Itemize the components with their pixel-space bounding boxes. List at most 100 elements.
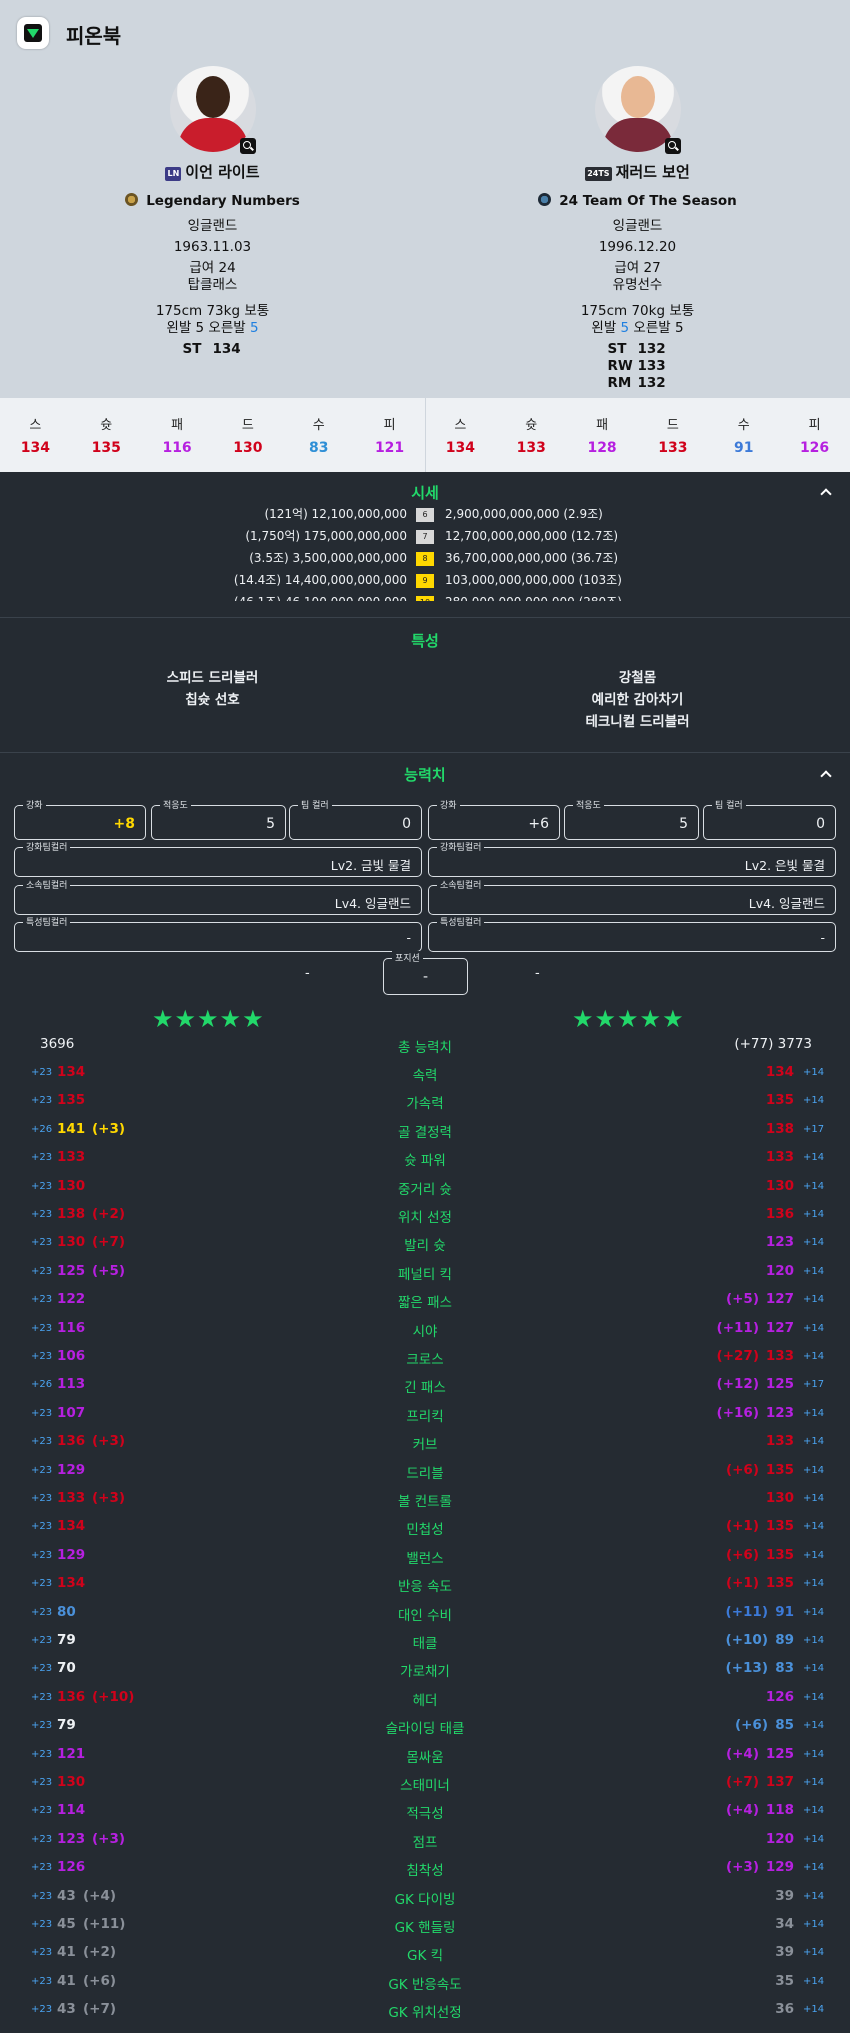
field-label: 특성팀컬러 [23, 915, 71, 928]
right-stat-value: 123 [765, 1234, 794, 1251]
left-club-teamcolor-field[interactable]: 소속팀컬러 Lv4. 잉글랜드 [14, 878, 422, 915]
left-team-color-field[interactable]: 팀 컬러 0 [289, 798, 422, 840]
right-club-teamcolor-field[interactable]: 소속팀컬러 Lv4. 잉글랜드 [428, 878, 836, 915]
total-stat-row: 3696 총 능력치 (+77) 3773 [0, 1036, 850, 1064]
left-stat-bonus: +23 [31, 1805, 53, 1817]
left-stat-bonus: +23 [31, 1209, 53, 1220]
right-stat-value: 39 [775, 1887, 794, 1904]
price-section-title[interactable]: 시세 [0, 482, 850, 503]
left-stat-diff: (+2) [83, 1944, 117, 1961]
overview-stat-value: 126 [799, 440, 830, 456]
left-player-name-row: LN 이언 라이트 [0, 161, 425, 182]
right-stat-value: 129 [765, 1859, 794, 1876]
overview-stat-cell: 수 91 [708, 398, 779, 472]
overview-stat-label: 드 [241, 418, 254, 433]
right-zoom-icon[interactable] [665, 138, 681, 154]
section-divider [0, 617, 850, 618]
left-stat-value: 116 [57, 1319, 86, 1336]
right-stat-diff: (+6) [725, 1461, 759, 1478]
right-stat-bonus: +14 [803, 1493, 825, 1504]
left-stat-bonus: +23 [31, 1635, 53, 1646]
right-stat-value: 136 [765, 1206, 794, 1222]
right-stat-bonus: +14 [803, 1265, 825, 1277]
left-stat-value: 114 [57, 1802, 86, 1819]
position-select[interactable]: 포지션 - [383, 951, 468, 995]
stat-label: 태클 [412, 1636, 438, 1652]
enhance-grade-badge: 6 [416, 508, 434, 522]
right-stat-diff: (+5) [725, 1291, 759, 1308]
left-foot-text: 왼발 5 오른발 [166, 320, 250, 336]
left-grade: 탑클래스 [187, 277, 238, 293]
stat-label: GK 다이빙 [394, 1891, 456, 1908]
left-stars: ★★★★★ [152, 1005, 265, 1033]
left-stat-value: 121 [57, 1745, 86, 1762]
left-trait-teamcolor-field[interactable]: 특성팀컬러 - [14, 915, 422, 952]
right-stat-bonus: +14 [803, 1805, 825, 1817]
left-stat-bonus: +23 [31, 1152, 53, 1164]
stat-row: +23 41 (+6) GK 반응속도 35 +14 [0, 1973, 850, 2001]
field-value: - [820, 930, 825, 945]
overview-stat-value: 134 [20, 440, 51, 456]
stat-row: +23 126 침착성 129 (+3) +14 [0, 1859, 850, 1887]
right-stat-bonus: +14 [803, 1975, 825, 1987]
left-stat-diff: (+5) [92, 1262, 126, 1279]
field-value: 0 [402, 816, 411, 832]
right-season-icon [538, 193, 552, 206]
field-label: 적응도 [160, 798, 191, 811]
left-stat-value: 43 [57, 1887, 76, 1904]
left-fitness-field[interactable]: 적응도 5 [151, 798, 286, 840]
right-stat-bonus: +17 [803, 1379, 825, 1391]
stat-row: +23 107 프리킥 123 (+16) +14 [0, 1405, 850, 1433]
stat-row: +23 116 시야 127 (+11) +14 [0, 1320, 850, 1348]
right-stat-value: 39 [775, 1944, 794, 1961]
field-label: 팀 컬러 [712, 798, 746, 811]
left-stat-bonus: +23 [31, 1691, 53, 1703]
right-stat-diff: (+7) [725, 1774, 759, 1790]
left-trait-item: 스피드 드리블러 [166, 670, 259, 686]
right-grade: 유명선수 [612, 277, 663, 293]
field-label: 팀 컬러 [298, 798, 332, 811]
ability-section-title[interactable]: 능력치 [0, 764, 850, 785]
left-stat-value: 41 [57, 1944, 76, 1961]
left-stat-value: 130 [57, 1774, 86, 1790]
right-stat-value: 133 [765, 1149, 794, 1166]
right-position-value: 132 [637, 375, 666, 391]
left-zoom-icon[interactable] [240, 138, 256, 154]
stat-label: 슛 파워 [404, 1153, 446, 1170]
right-fitness-field[interactable]: 적응도 5 [564, 798, 699, 840]
stat-row: +23 135 가속력 135 +14 [0, 1092, 850, 1120]
left-enhance-teamcolor-field[interactable]: 강화팀컬러 Lv2. 금빛 물결 [14, 840, 422, 877]
left-stat-bonus: +23 [31, 1947, 53, 1959]
right-stat-value: 123 [765, 1404, 794, 1421]
right-trait-item: 강철몸 [618, 670, 657, 686]
overview-stat-value: 116 [162, 440, 192, 456]
price-list[interactable]: (121억) 12,100,000,000 6 2,900,000,000,000 … [0, 505, 850, 601]
stat-row: +23 130 (+7) 발리 슛 123 +14 [0, 1234, 850, 1262]
overview-stat-label: 슛 [525, 418, 538, 433]
right-stat-bonus: +14 [803, 1464, 825, 1476]
right-enhance-field[interactable]: 강화 +6 [428, 798, 560, 840]
right-player-name: 재러드 보언 [615, 163, 690, 181]
right-enhance-teamcolor-field[interactable]: 강화팀컬러 Lv2. 은빛 물결 [428, 840, 836, 877]
stat-row: +23 136 (+3) 커브 133 +14 [0, 1433, 850, 1461]
left-stat-diff: (+3) [92, 1490, 126, 1506]
right-position-name: RW [607, 358, 633, 374]
left-stat-value: 79 [57, 1632, 76, 1648]
right-stat-bonus: +14 [803, 1294, 825, 1306]
right-stat-diff: (+1) [725, 1518, 759, 1535]
right-team-color-field[interactable]: 팀 컬러 0 [703, 798, 836, 840]
left-enhance-field[interactable]: 강화 +8 [14, 798, 146, 840]
left-stat-value: 79 [57, 1717, 76, 1734]
app-logo-icon[interactable] [17, 17, 49, 49]
stat-label: 위치 선정 [398, 1210, 452, 1226]
right-trait-teamcolor-field[interactable]: 특성팀컬러 - [428, 915, 836, 952]
right-stat-bonus: +14 [803, 1351, 825, 1362]
left-stat-value: 70 [57, 1660, 76, 1677]
stat-label: 가속력 [406, 1096, 444, 1113]
left-stat-value: 134 [57, 1518, 86, 1535]
left-stat-bonus: +23 [31, 1606, 53, 1618]
left-stat-bonus: +23 [31, 1407, 53, 1419]
field-value: 0 [816, 816, 825, 832]
right-stat-bonus: +14 [803, 1521, 825, 1533]
field-label: 강화팀컬러 [23, 840, 71, 853]
